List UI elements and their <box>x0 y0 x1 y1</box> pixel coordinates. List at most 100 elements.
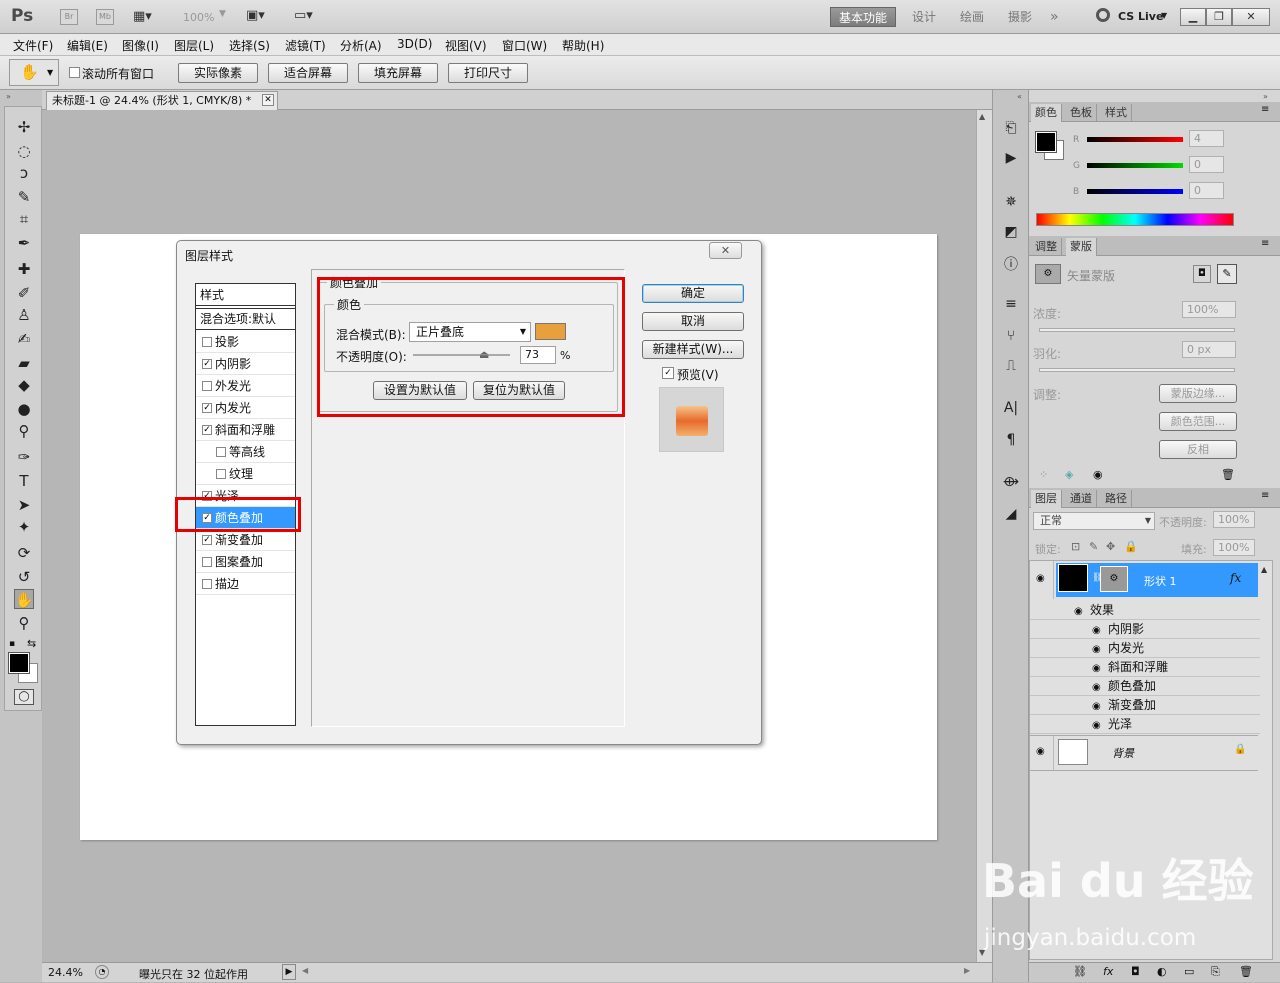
menu-select[interactable]: 选择(S) <box>229 37 270 54</box>
menu-view[interactable]: 视图(V) <box>445 37 487 54</box>
select-vector-mask-icon[interactable]: ✎ <box>1217 264 1237 284</box>
zoom-tool-icon[interactable]: ⚲ <box>14 613 34 633</box>
menu-filter[interactable]: 滤镜(T) <box>285 37 326 54</box>
style-item-inner-glow[interactable]: ✓ 内发光 <box>196 397 295 419</box>
workspace-essentials-button[interactable]: 基本功能 <box>830 7 897 27</box>
screen-mode-icon[interactable]: ▭▾ <box>294 8 313 23</box>
effect-row[interactable]: ◉ 内发光 <box>1030 639 1260 658</box>
color-spectrum-bar[interactable] <box>1036 213 1234 226</box>
tab-adjustments[interactable]: 调整 <box>1031 238 1062 256</box>
layer-row-shape[interactable]: ◉ ⛓ ⚙ 形状 1 fx <box>1030 561 1258 599</box>
red-slider[interactable] <box>1087 137 1183 142</box>
close-button[interactable]: ✕ <box>1232 8 1270 26</box>
tab-swatches[interactable]: 色板 <box>1066 104 1097 122</box>
brush-presets-icon[interactable]: ≡ <box>1001 296 1021 314</box>
visibility-eye-icon[interactable]: ◉ <box>1092 659 1101 678</box>
fx-indicator[interactable]: fx <box>1230 571 1241 585</box>
print-size-button[interactable]: 打印尺寸 <box>448 63 528 83</box>
actual-pixels-button[interactable]: 实际像素 <box>178 63 258 83</box>
menu-image[interactable]: 图像(I) <box>122 37 159 54</box>
measurement-icon[interactable]: ◢ <box>1001 506 1021 524</box>
group-icon[interactable]: ▭ <box>1184 965 1194 978</box>
tab-channels[interactable]: 通道 <box>1066 490 1097 508</box>
collapse-icon[interactable]: « <box>1017 92 1022 101</box>
marquee-tool-icon[interactable]: ◌ <box>14 141 34 161</box>
path-selection-tool-icon[interactable]: ➤ <box>14 495 34 515</box>
checkbox[interactable]: ✓ <box>202 425 212 435</box>
quick-selection-tool-icon[interactable]: ✎ <box>14 187 34 207</box>
clone-stamp-tool-icon[interactable]: ♙ <box>14 305 34 325</box>
checkbox[interactable] <box>216 447 226 457</box>
tab-color[interactable]: 颜色 <box>1031 104 1062 122</box>
tool-preset-picker[interactable]: ✋ ▼ <box>9 59 59 86</box>
paragraph-icon[interactable]: ¶ <box>1001 432 1021 450</box>
bridge-button[interactable]: Br <box>60 9 78 25</box>
style-item-pattern-overlay[interactable]: 图案叠加 <box>196 551 295 573</box>
density-input[interactable]: 100% <box>1182 301 1236 318</box>
close-tab-icon[interactable]: ✕ <box>262 94 274 106</box>
quick-mask-icon[interactable]: ◯ <box>14 689 34 705</box>
hand-tool-icon[interactable]: ✋ <box>14 589 34 609</box>
visibility-eye-icon[interactable]: ◉ <box>1074 602 1083 621</box>
layer-visibility[interactable]: ◉ <box>1030 561 1054 599</box>
visibility-eye-icon[interactable]: ◉ <box>1092 621 1101 640</box>
effect-row[interactable]: ◉ 内阴影 <box>1030 620 1260 639</box>
clone-source-icon[interactable]: ⑂ <box>1001 328 1021 346</box>
checkbox[interactable] <box>216 469 226 479</box>
status-options-icon[interactable]: ◔ <box>95 965 109 979</box>
style-list-header[interactable]: 样式 <box>196 284 295 306</box>
blue-slider[interactable] <box>1087 189 1183 194</box>
color-range-button[interactable]: 颜色范围... <box>1159 412 1237 431</box>
menu-layer[interactable]: 图层(L) <box>174 37 214 54</box>
move-tool-icon[interactable]: ✢ <box>14 117 34 137</box>
minimize-button[interactable]: ▁ <box>1180 8 1206 26</box>
navigator-icon[interactable]: ✵ <box>1001 194 1021 212</box>
lock-transparent-icon[interactable]: ⊡ <box>1071 540 1080 553</box>
add-mask-icon[interactable]: ◘ <box>1131 965 1140 978</box>
mask-edge-button[interactable]: 蒙版边缘... <box>1159 384 1237 403</box>
paint-bucket-tool-icon[interactable]: ◆ <box>14 375 34 395</box>
checkbox[interactable] <box>202 579 212 589</box>
visibility-eye-icon[interactable]: ◉ <box>1036 746 1045 757</box>
adjustment-layer-icon[interactable]: ◐ <box>1157 965 1167 978</box>
menu-file[interactable]: 文件(F) <box>13 37 53 54</box>
eraser-tool-icon[interactable]: ▰ <box>14 353 34 373</box>
dodge-tool-icon[interactable]: ⚲ <box>14 421 34 441</box>
ok-button[interactable]: 确定 <box>642 284 744 303</box>
fit-screen-button[interactable]: 适合屏幕 <box>268 63 348 83</box>
visibility-eye-icon[interactable]: ◉ <box>1092 716 1101 735</box>
arrange-documents-icon[interactable]: ▣▾ <box>246 8 265 23</box>
effect-row[interactable]: ◉ 渐变叠加 <box>1030 696 1260 715</box>
blue-input[interactable]: 0 <box>1189 182 1224 199</box>
more-workspaces-button[interactable]: » <box>1042 7 1067 27</box>
foreground-color-swatch[interactable] <box>8 652 30 674</box>
visibility-eye-icon[interactable]: ◉ <box>1092 678 1101 697</box>
cancel-button[interactable]: 取消 <box>642 312 744 331</box>
scroll-up-icon[interactable]: ▲ <box>1261 565 1267 574</box>
scroll-up-icon[interactable]: ▲ <box>979 112 985 121</box>
invert-button[interactable]: 反相 <box>1159 440 1237 459</box>
new-layer-icon[interactable]: ⎘ <box>1211 965 1220 979</box>
style-item-texture[interactable]: 纹理 <box>196 463 295 485</box>
style-item-drop-shadow[interactable]: 投影 <box>196 331 295 353</box>
menu-3d[interactable]: 3D(D) <box>397 37 432 51</box>
scroll-right-icon[interactable]: ▶ <box>964 966 970 975</box>
dialog-close-button[interactable]: ✕ <box>709 242 742 259</box>
3d-orbit-tool-icon[interactable]: ↺ <box>14 567 34 587</box>
panel-menu-icon[interactable]: ≡ <box>1261 104 1269 115</box>
character-icon[interactable]: A| <box>1001 400 1021 418</box>
3d-rotate-tool-icon[interactable]: ⟳ <box>14 543 34 563</box>
effect-row[interactable]: ◉ 斜面和浮雕 <box>1030 658 1260 677</box>
zoom-level-select[interactable]: 100% <box>183 11 214 24</box>
panel-menu-icon[interactable]: ≡ <box>1261 238 1269 249</box>
blend-mode-select[interactable]: 正常 ▼ <box>1033 512 1155 530</box>
preview-checkbox[interactable]: ✓ <box>662 367 674 379</box>
blending-options-item[interactable]: 混合选项:默认 <box>196 308 295 330</box>
menu-analysis[interactable]: 分析(A) <box>340 37 382 54</box>
eyedropper-tool-icon[interactable]: ✒ <box>14 233 34 253</box>
visibility-eye-icon[interactable]: ◉ <box>1036 573 1045 584</box>
fill-input[interactable]: 100% <box>1213 539 1255 556</box>
lasso-tool-icon[interactable]: ↄ <box>14 163 34 183</box>
scroll-left-icon[interactable]: ◀ <box>302 966 308 975</box>
menu-edit[interactable]: 编辑(E) <box>67 37 108 54</box>
